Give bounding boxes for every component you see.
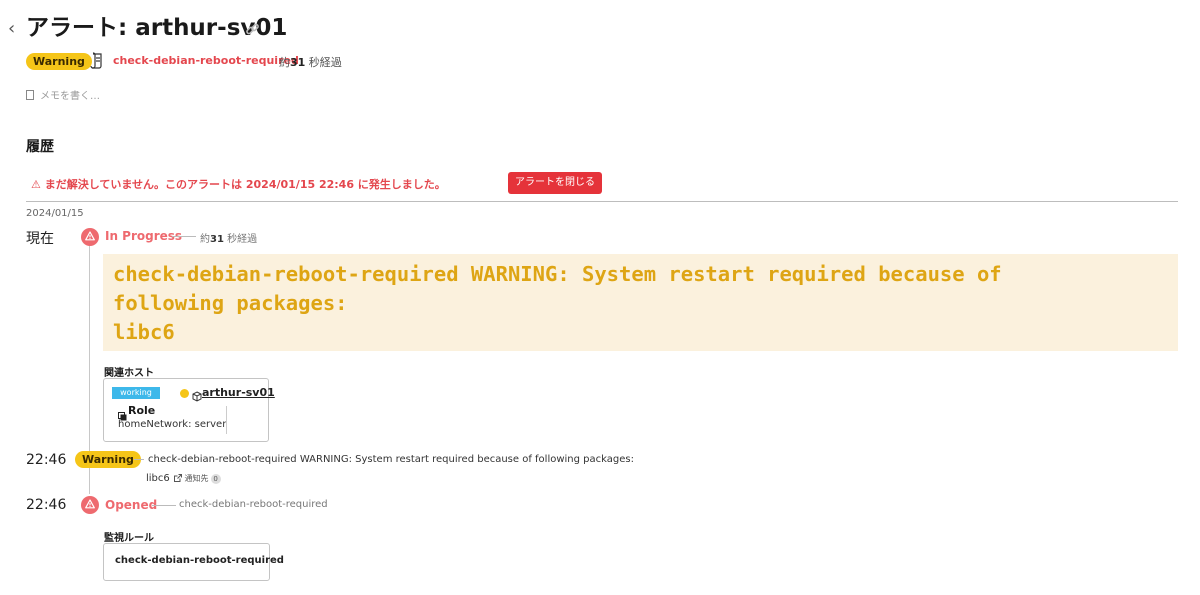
event-message-line2: libc6 [146, 473, 170, 484]
current-status: In Progress [105, 229, 183, 243]
connector-dash [134, 459, 144, 460]
opened-monitor-name: check-debian-reboot-required [179, 499, 328, 510]
memo-icon [26, 90, 34, 100]
notify-count: 0 [210, 474, 221, 484]
cube-icon [192, 387, 202, 406]
divider [26, 201, 1178, 202]
history-date: 2024/01/15 [26, 208, 84, 219]
event-message: check-debian-reboot-required WARNING: Sy… [148, 454, 634, 465]
link-icon[interactable] [245, 22, 260, 41]
connector-dash [152, 505, 176, 506]
alert-status-icon [81, 496, 99, 514]
alert-message-box: check-debian-reboot-required WARNING: Sy… [103, 254, 1178, 351]
close-alert-button[interactable]: アラートを閉じる [508, 172, 602, 194]
host-status-badge: working [112, 387, 160, 399]
host-card[interactable]: working arthur-sv01 Role homeNetwork: se… [103, 378, 275, 442]
event-time: 22:46 [26, 497, 67, 513]
notification-targets-link[interactable]: 通知先 0 [174, 473, 221, 484]
monitor-rule-label: 監視ルール [104, 533, 154, 544]
memo-input[interactable]: メモを書く… [26, 87, 100, 102]
event-status-badge: Warning [75, 451, 141, 468]
host-name-link[interactable]: arthur-sv01 [202, 386, 275, 399]
monitor-rule-card[interactable]: check-debian-reboot-required [103, 543, 284, 581]
elapsed-time: 約31 秒経過 [279, 56, 342, 69]
external-link-icon [174, 474, 182, 482]
history-heading: 履歴 [26, 139, 54, 155]
monitor-rule-name: check-debian-reboot-required [115, 555, 284, 566]
back-chevron-icon[interactable]: ‹ [8, 20, 15, 38]
role-label: Role [128, 404, 156, 417]
related-hosts-label: 関連ホスト [104, 368, 154, 379]
document-icon [89, 52, 105, 73]
monitor-link[interactable]: check-debian-reboot-required [113, 54, 299, 67]
status-badge: Warning [26, 53, 92, 70]
divider [226, 406, 227, 434]
alert-status-icon [81, 228, 99, 246]
event-time: 22:46 [26, 452, 67, 468]
host-status-dot [180, 389, 189, 398]
current-elapsed: 約31 秒経過 [200, 234, 258, 245]
unresolved-notice: ⚠ まだ解決していません。このアラートは 2024/01/15 22:46 に発… [31, 178, 446, 191]
alert-message: check-debian-reboot-required WARNING: Sy… [113, 262, 1002, 344]
connector-dash [172, 236, 196, 237]
opened-status: Opened [105, 498, 158, 512]
current-time-label: 現在 [26, 231, 54, 247]
role-value: homeNetwork: server [118, 419, 227, 430]
